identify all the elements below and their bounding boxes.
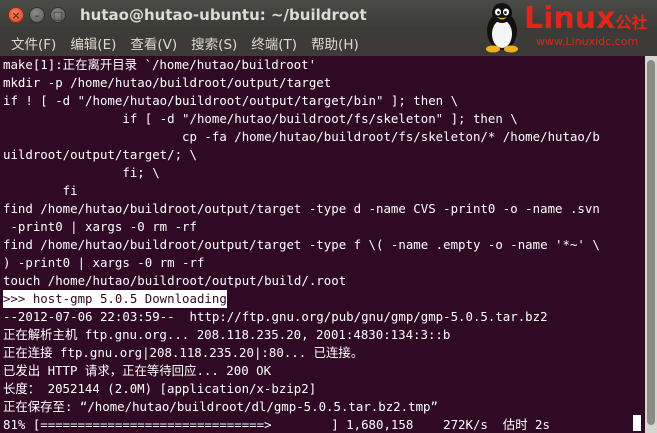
terminal-line: --2012-07-06 22:03:59-- http://ftp.gnu.o… [3,309,548,324]
minimize-icon: – [34,8,40,22]
terminal-line: cp -fa /home/hutao/buildroot/fs/skeleton… [3,129,600,144]
terminal-line: touch /home/hutao/buildroot/output/build… [3,273,347,288]
menu-search[interactable]: 搜索(S) [191,33,237,53]
terminal-line: 长度： 2052144 (2.0M) [application/x-bzip2] [3,381,317,396]
terminal-line: 正在解析主机 ftp.gnu.org... 208.118.235.20, 20… [3,327,451,342]
terminal-line: find /home/hutao/buildroot/output/target… [3,237,600,252]
logo-url: www.Linuxidc.com [536,35,639,48]
window-title: hutao@hutao-ubuntu: ~/buildroot [80,6,367,24]
download-progress-line: 81% [==============================> ] 1… [3,417,550,432]
terminal-line: if [ -d "/home/hutao/buildroot/fs/skelet… [3,111,518,126]
close-icon: × [11,8,21,22]
terminal-line: 已发出 HTTP 请求，正在等待回应... 200 OK [3,363,272,378]
terminal-line: mkdir -p /home/hutao/buildroot/output/ta… [3,75,332,90]
terminal-line: find /home/hutao/buildroot/output/target… [3,201,600,216]
terminal-line: uildroot/output/target/; \ [3,147,197,162]
menu-edit[interactable]: 编辑(E) [70,33,116,53]
scrollbar-thumb[interactable] [647,60,655,425]
menu-file[interactable]: 文件(F) [11,33,56,53]
logo-brand: Linux公社 [524,1,647,36]
menu-view[interactable]: 查看(V) [130,33,177,53]
logo-brand-cn: 公社 [615,13,648,32]
tux-penguin-icon [486,3,518,53]
terminal-line: 正在保存至: “/home/hutao/buildroot/dl/gmp-5.0… [3,399,438,414]
terminal-line: make[1]:正在离开目录 `/home/hutao/buildroot' [3,57,317,72]
vertical-scrollbar[interactable] [645,56,657,433]
terminal-window: × – □ hutao@hutao-ubuntu: ~/buildroot 文件… [0,0,657,433]
terminal-output[interactable]: make[1]:正在离开目录 `/home/hutao/buildroot' m… [0,56,645,433]
menu-help[interactable]: 帮助(H) [311,33,359,53]
terminal-line: ) -print0 | xargs -0 rm -rf [3,255,205,270]
maximize-button[interactable]: □ [50,7,66,23]
terminal-line-highlighted: >>> host-gmp 5.0.5 Downloading [3,290,227,308]
terminal-line: fi; \ [3,165,160,180]
terminal-line: 正在连接 ftp.gnu.org|208.118.235.20|:80... 已… [3,345,364,360]
maximize-icon: □ [52,8,64,22]
menu-terminal[interactable]: 终端(T) [251,33,297,53]
text-cursor [633,415,641,431]
terminal-line: if ! [ -d "/home/hutao/buildroot/output/… [3,93,459,108]
terminal-line: -print0 | xargs -0 rm -rf [3,219,197,234]
close-button[interactable]: × [8,7,24,23]
terminal-line: fi [3,183,78,198]
minimize-button[interactable]: – [29,7,45,23]
linuxidc-watermark: Linux公社 www.Linuxidc.com [478,0,657,54]
logo-brand-latin: Linux [524,1,616,36]
